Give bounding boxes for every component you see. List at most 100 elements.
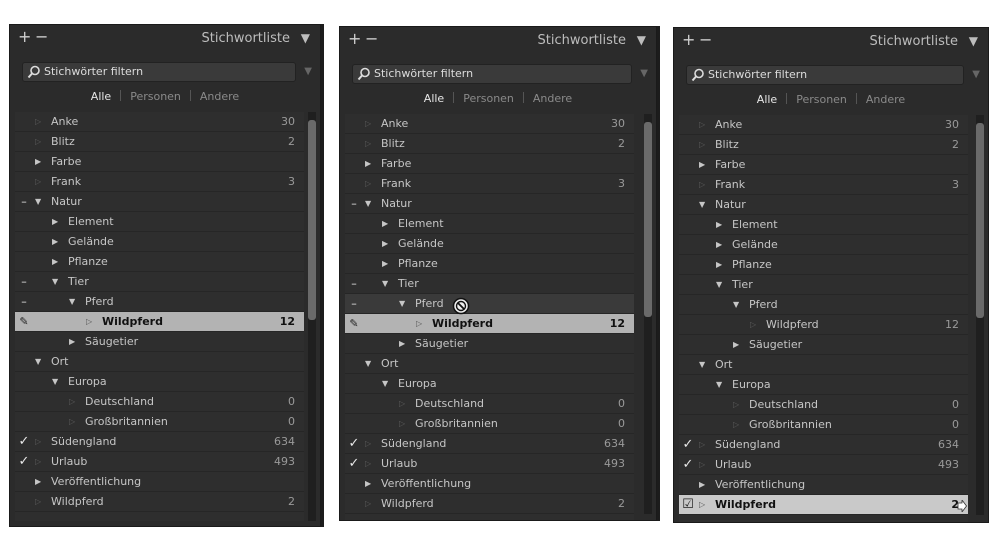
keyword-row[interactable]: ▷ Großbritannien 0: [345, 414, 634, 434]
keyword-row[interactable]: – ▼ Pferd: [15, 292, 304, 312]
expanded-triangle-icon[interactable]: ▼: [716, 375, 722, 394]
keyword-row[interactable]: ▶ Gelände: [15, 232, 304, 252]
keyword-row[interactable]: – ▼ Tier: [15, 272, 304, 292]
keyword-row[interactable]: ✎ ▷ Wildpferd 12: [15, 312, 304, 332]
keyword-row[interactable]: – ▼ Tier: [345, 274, 634, 294]
keyword-row[interactable]: ▶ Farbe: [345, 154, 634, 174]
tab-alle[interactable]: Alle: [82, 90, 120, 103]
keyword-row[interactable]: ▷ Anke 30: [345, 114, 634, 134]
keyword-row[interactable]: ▷ Anke 30: [679, 115, 968, 135]
expanded-triangle-icon[interactable]: ▼: [35, 352, 41, 371]
keyword-row[interactable]: ▷ Wildpferd 2: [345, 494, 634, 514]
tab-alle[interactable]: Alle: [748, 93, 786, 106]
expanded-triangle-icon[interactable]: ▼: [716, 275, 722, 294]
tab-andere[interactable]: Andere: [191, 90, 248, 103]
pencil-icon[interactable]: ✎: [347, 314, 361, 333]
expanded-triangle-icon[interactable]: ▼: [52, 372, 58, 391]
collapsed-triangle-icon[interactable]: ▶: [365, 474, 371, 493]
tab-andere[interactable]: Andere: [857, 93, 914, 106]
collapsed-triangle-icon[interactable]: ▶: [382, 214, 388, 233]
keyword-row[interactable]: ✎ ▷ Wildpferd 12: [345, 314, 634, 334]
keyword-filter-input[interactable]: Stichwörter filtern: [686, 65, 964, 85]
checkmark-icon[interactable]: ✓: [681, 435, 695, 454]
keyword-row[interactable]: ▷ Wildpferd 2: [15, 492, 304, 512]
keyword-row[interactable]: ✓ ▷ Südengland 634: [679, 435, 968, 455]
keyword-row[interactable]: ▼ Pferd: [679, 295, 968, 315]
checkmark-icon[interactable]: ✓: [347, 454, 361, 473]
keyword-row[interactable]: – ▼ Pferd: [345, 294, 634, 314]
keyword-row[interactable]: ▶ Farbe: [15, 152, 304, 172]
keyword-row[interactable]: ✓ ▷ Urlaub 493: [679, 455, 968, 475]
collapsed-triangle-icon[interactable]: ▶: [733, 335, 739, 354]
keyword-row[interactable]: – ▼ Natur: [345, 194, 634, 214]
tab-personen[interactable]: Personen: [454, 92, 523, 105]
keyword-row[interactable]: ▷ Großbritannien 0: [679, 415, 968, 435]
row-marker[interactable]: –: [17, 192, 31, 211]
keyword-row[interactable]: ▷ Blitz 2: [15, 132, 304, 152]
keyword-row[interactable]: ▶ Pflanze: [345, 254, 634, 274]
checkmark-icon[interactable]: ✓: [17, 432, 31, 451]
scrollbar-thumb[interactable]: [976, 123, 984, 318]
tab-andere[interactable]: Andere: [524, 92, 581, 105]
keyword-row[interactable]: ▶ Pflanze: [15, 252, 304, 272]
keyword-row[interactable]: ▶ Pflanze: [679, 255, 968, 275]
collapsed-triangle-icon[interactable]: ▶: [35, 472, 41, 491]
collapsed-triangle-icon[interactable]: ▶: [716, 235, 722, 254]
keyword-row[interactable]: ▶ Element: [345, 214, 634, 234]
collapse-panel-icon[interactable]: ▼: [969, 34, 978, 48]
keyword-row[interactable]: ▶ Gelände: [679, 235, 968, 255]
keyword-row[interactable]: ▼ Tier: [679, 275, 968, 295]
row-marker[interactable]: –: [347, 194, 361, 213]
collapsed-triangle-icon[interactable]: ▶: [69, 332, 75, 351]
collapsed-triangle-icon[interactable]: ▶: [35, 152, 41, 171]
expanded-triangle-icon[interactable]: ▼: [365, 194, 371, 213]
collapsed-triangle-icon[interactable]: ▶: [382, 254, 388, 273]
remove-keyword-button[interactable]: −: [35, 28, 48, 46]
keyword-row[interactable]: ✓ ▷ Urlaub 493: [15, 452, 304, 472]
collapsed-triangle-icon[interactable]: ▶: [365, 154, 371, 173]
collapse-panel-icon[interactable]: ▼: [637, 33, 646, 47]
expanded-triangle-icon[interactable]: ▼: [699, 355, 705, 374]
keyword-row[interactable]: ▷ Deutschland 0: [15, 392, 304, 412]
keyword-filter-input[interactable]: Stichwörter filtern: [352, 64, 632, 84]
keyword-row[interactable]: ▶ Veröffentlichung: [679, 475, 968, 495]
keyword-row[interactable]: ▶ Element: [15, 212, 304, 232]
collapsed-triangle-icon[interactable]: ▶: [699, 155, 705, 174]
remove-keyword-button[interactable]: −: [699, 31, 712, 49]
keyword-row[interactable]: ▶ Gelände: [345, 234, 634, 254]
keyword-row[interactable]: ▼ Ort: [679, 355, 968, 375]
expanded-triangle-icon[interactable]: ▼: [399, 294, 405, 313]
keyword-row[interactable]: ▷ Blitz 2: [679, 135, 968, 155]
keyword-row[interactable]: ▼ Europa: [15, 372, 304, 392]
remove-keyword-button[interactable]: −: [365, 30, 378, 48]
keyword-row[interactable]: ▶ Veröffentlichung: [345, 474, 634, 494]
collapse-panel-icon[interactable]: ▼: [301, 31, 310, 45]
expanded-triangle-icon[interactable]: ▼: [382, 274, 388, 293]
keyword-row[interactable]: ▼ Natur: [679, 195, 968, 215]
checkmark-icon[interactable]: ✓: [681, 455, 695, 474]
filter-dropdown-icon[interactable]: ▼: [972, 69, 980, 80]
expanded-triangle-icon[interactable]: ▼: [52, 272, 58, 291]
expanded-triangle-icon[interactable]: ▼: [35, 192, 41, 211]
checkmark-icon[interactable]: ✓: [17, 452, 31, 471]
keyword-row[interactable]: ▷ Deutschland 0: [345, 394, 634, 414]
tab-alle[interactable]: Alle: [415, 92, 453, 105]
pencil-icon[interactable]: ✎: [17, 312, 31, 331]
collapsed-triangle-icon[interactable]: ▶: [52, 232, 58, 251]
keyword-row[interactable]: ▷ Deutschland 0: [679, 395, 968, 415]
collapsed-triangle-icon[interactable]: ▶: [382, 234, 388, 253]
keyword-row[interactable]: ✓ ▷ Südengland 634: [15, 432, 304, 452]
row-marker[interactable]: –: [347, 274, 361, 293]
add-keyword-button[interactable]: +: [682, 31, 695, 49]
collapsed-triangle-icon[interactable]: ▶: [716, 215, 722, 234]
expanded-triangle-icon[interactable]: ▼: [699, 195, 705, 214]
checkbox-icon[interactable]: ☑: [681, 495, 695, 514]
row-marker[interactable]: –: [347, 294, 361, 313]
add-keyword-button[interactable]: +: [348, 30, 361, 48]
keyword-row[interactable]: ▶ Säugetier: [679, 335, 968, 355]
keyword-row[interactable]: ✓ ▷ Südengland 634: [345, 434, 634, 454]
checkmark-icon[interactable]: ✓: [347, 434, 361, 453]
row-marker[interactable]: –: [17, 292, 31, 311]
keyword-row[interactable]: ▶ Farbe: [679, 155, 968, 175]
collapsed-triangle-icon[interactable]: ▶: [52, 252, 58, 271]
